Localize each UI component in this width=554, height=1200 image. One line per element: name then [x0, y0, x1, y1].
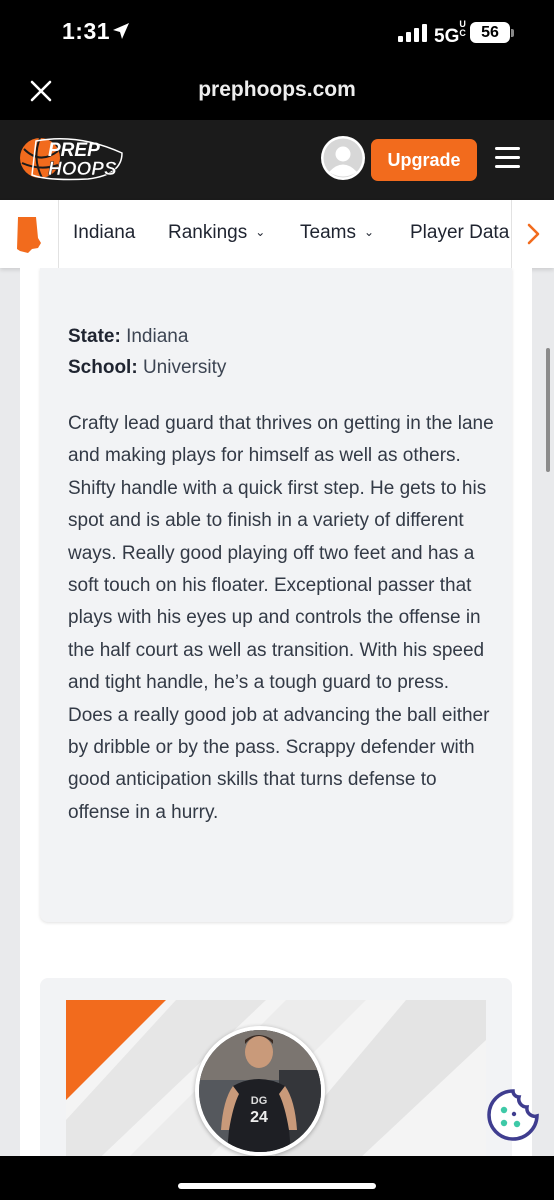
- prep-hoops-logo[interactable]: PREP HOOPS: [18, 135, 128, 181]
- battery-tip: [511, 29, 514, 37]
- logo-text-top: PREP: [48, 140, 100, 161]
- school-label: School:: [68, 357, 138, 378]
- avatar-icon[interactable]: [320, 135, 366, 181]
- state-field: State: Indiana: [68, 326, 188, 348]
- state-nav: Indiana Rankings ⌄ Teams ⌄ Player Data: [0, 200, 554, 268]
- bottom-bar: [0, 1156, 554, 1200]
- status-bar: 1:31 5GUC 56: [0, 0, 554, 64]
- player-photo[interactable]: DG 24: [195, 1026, 325, 1156]
- menu-icon[interactable]: [495, 147, 520, 174]
- nav-item-teams[interactable]: Teams ⌄: [300, 222, 374, 244]
- chevron-down-icon: ⌄: [255, 225, 266, 239]
- state-value: Indiana: [126, 326, 189, 347]
- location-arrow-icon: [113, 23, 129, 39]
- page-content: State: Indiana School: University Crafty…: [20, 268, 532, 1156]
- chevron-right-icon: [527, 223, 540, 245]
- nav-item-player-data[interactable]: Player Data: [410, 222, 509, 244]
- nav-item-indiana[interactable]: Indiana: [73, 222, 135, 244]
- nav-scroll-right[interactable]: [511, 200, 554, 268]
- school-field: School: University: [68, 357, 226, 379]
- scrollbar[interactable]: [546, 348, 550, 472]
- battery-level: 56: [470, 22, 510, 43]
- url-text[interactable]: prephoops.com: [0, 78, 554, 102]
- home-indicator[interactable]: [178, 1183, 376, 1189]
- signal-icon: [398, 24, 427, 42]
- network-type: 5GUC: [434, 19, 466, 48]
- jersey-number: 24: [250, 1109, 268, 1126]
- jersey-logo: DG: [251, 1095, 268, 1107]
- logo-text-bottom: HOOPS: [48, 159, 117, 180]
- state-selector[interactable]: [0, 200, 59, 268]
- indiana-state-icon: [17, 217, 41, 253]
- player-photo-graphic: DG 24: [199, 1030, 321, 1152]
- nav-item-rankings[interactable]: Rankings ⌄: [168, 222, 265, 244]
- browser-bar: prephoops.com: [0, 64, 554, 120]
- school-value: University: [142, 357, 227, 378]
- status-time: 1:31: [62, 18, 111, 44]
- player-description: Crafty lead guard that thrives on gettin…: [68, 413, 494, 823]
- cookie-icon[interactable]: [486, 1088, 540, 1142]
- state-label: State:: [68, 326, 121, 347]
- chevron-down-icon: ⌄: [363, 225, 375, 239]
- upgrade-button[interactable]: Upgrade: [371, 139, 477, 181]
- player-evaluation-card: State: Indiana School: University Crafty…: [40, 268, 512, 922]
